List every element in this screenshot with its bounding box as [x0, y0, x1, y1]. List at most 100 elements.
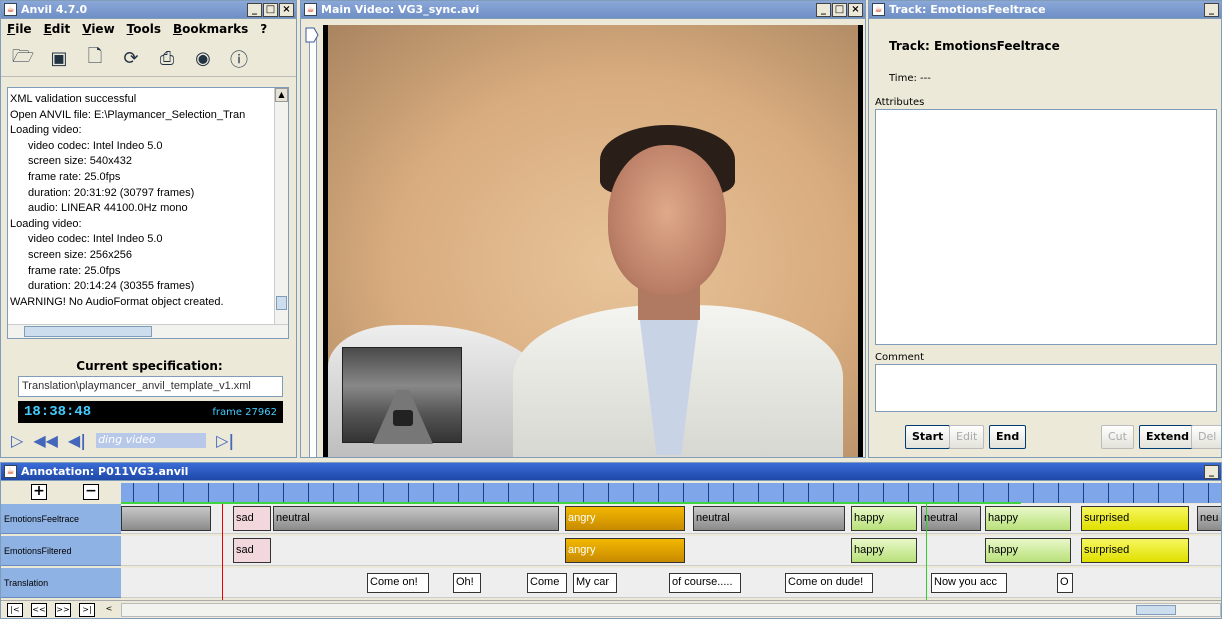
- annotation-element[interactable]: Oh!: [453, 573, 481, 593]
- save-icon[interactable]: ▣: [47, 47, 71, 71]
- ruler-tick: [433, 483, 434, 503]
- rewind-icon[interactable]: ◀◀: [33, 431, 58, 450]
- annotation-element[interactable]: neutral: [921, 506, 981, 531]
- maximize-button[interactable]: □: [263, 2, 278, 17]
- play-icon[interactable]: ▷: [11, 431, 23, 450]
- ruler-tick: [783, 483, 784, 503]
- log-vertical-scrollbar[interactable]: ▲: [274, 88, 288, 324]
- menu-help[interactable]: ?: [260, 22, 267, 38]
- transport-controls: ▷ ◀◀ ◀| ding video ▷|: [11, 429, 291, 451]
- annotation-element[interactable]: happy: [985, 538, 1071, 563]
- track-row[interactable]: Translation Come on! Oh! Come My car of cours…: [1, 568, 1221, 598]
- minimize-button[interactable]: _: [1204, 2, 1219, 17]
- maximize-button[interactable]: □: [832, 2, 847, 17]
- log-line: video codec: Intel Indeo 5.0: [28, 139, 163, 152]
- binoculars-icon[interactable]: ◉: [191, 47, 215, 71]
- annotation-element[interactable]: happy: [851, 538, 917, 563]
- end-button[interactable]: End: [989, 425, 1027, 449]
- annotation-element[interactable]: happy: [851, 506, 917, 531]
- minimize-button[interactable]: _: [1204, 464, 1219, 479]
- attributes-panel[interactable]: [875, 109, 1217, 345]
- edit-button[interactable]: Edit: [949, 425, 985, 449]
- track-row[interactable]: EmotionsFeeltrace sad neutral angry neutral h…: [1, 504, 1221, 534]
- annotation-element[interactable]: Come on dude!: [785, 573, 873, 593]
- delete-button[interactable]: Del: [1191, 425, 1221, 449]
- log-panel[interactable]: XML validation successful Open ANVIL file…: [7, 87, 289, 339]
- annotation-element[interactable]: surprised: [1081, 538, 1189, 563]
- track-name[interactable]: EmotionsFeeltrace: [1, 504, 121, 534]
- timeline-scrollbar[interactable]: [121, 603, 1221, 617]
- zoom-in-button[interactable]: +: [31, 484, 47, 500]
- annotation-element[interactable]: My car: [573, 573, 617, 593]
- last-icon[interactable]: >|: [79, 603, 95, 617]
- info-icon[interactable]: ⓘ: [227, 47, 251, 71]
- track-name[interactable]: EmotionsFiltered: [1, 536, 121, 566]
- scroll-thumb[interactable]: [276, 296, 287, 310]
- track-titlebar[interactable]: ☕ Track: EmotionsFeeltrace _: [869, 1, 1221, 19]
- anvil-main-window: ☕ Anvil 4.7.0 _ □ × File Edit View Tools…: [0, 0, 297, 458]
- slider-knob-icon[interactable]: [305, 27, 319, 43]
- step-forward-icon[interactable]: ▷|: [216, 431, 234, 450]
- annotation-element[interactable]: sad: [233, 538, 271, 563]
- annotation-element[interactable]: [121, 506, 211, 531]
- track-name[interactable]: Translation: [1, 568, 121, 598]
- anvil-titlebar[interactable]: ☕ Anvil 4.7.0 _ □ ×: [1, 1, 296, 19]
- close-button[interactable]: ×: [848, 2, 863, 17]
- ruler-tick: [283, 483, 284, 503]
- track-row[interactable]: EmotionsFiltered sad angry happy happy surpri…: [1, 536, 1221, 566]
- close-button[interactable]: ×: [279, 2, 294, 17]
- video-position-slider[interactable]: [309, 37, 317, 457]
- menu-tools[interactable]: Tools: [127, 22, 161, 38]
- annotation-element[interactable]: Come: [527, 573, 567, 593]
- cut-button[interactable]: Cut: [1101, 425, 1134, 449]
- annotation-element[interactable]: sad: [233, 506, 271, 531]
- menu-edit[interactable]: Edit: [44, 22, 71, 38]
- selection-marker[interactable]: [926, 504, 927, 600]
- scroll-left-icon[interactable]: <: [101, 603, 117, 617]
- fast-back-icon[interactable]: <<: [31, 603, 47, 617]
- annotation-element[interactable]: neutral: [693, 506, 845, 531]
- print-icon[interactable]: ⎙: [155, 47, 179, 71]
- scroll-thumb[interactable]: [24, 326, 152, 337]
- comment-field[interactable]: [875, 364, 1217, 412]
- playback-cursor[interactable]: [222, 504, 223, 600]
- menu-bookmarks[interactable]: Bookmarks: [173, 22, 248, 38]
- zoom-out-button[interactable]: −: [83, 484, 99, 500]
- ruler-tick: [933, 483, 934, 503]
- step-back-icon[interactable]: ◀|: [68, 431, 86, 450]
- first-icon[interactable]: |<: [7, 603, 23, 617]
- new-document-icon[interactable]: 🗋: [83, 46, 107, 71]
- annotation-element[interactable]: Come on!: [367, 573, 429, 593]
- annotation-element[interactable]: happy: [985, 506, 1071, 531]
- annotation-element[interactable]: neutral: [273, 506, 559, 531]
- annotation-element[interactable]: angry: [565, 506, 685, 531]
- annotation-element[interactable]: surprised: [1081, 506, 1189, 531]
- menu-file[interactable]: File: [7, 22, 32, 38]
- annotation-element[interactable]: angry: [565, 538, 685, 563]
- ruler-tick: [958, 483, 959, 503]
- video-titlebar[interactable]: ☕ Main Video: VG3_sync.avi _ □ ×: [301, 1, 865, 19]
- minimize-button[interactable]: _: [816, 2, 831, 17]
- log-line: screen size: 256x256: [28, 248, 132, 261]
- annotation-element[interactable]: Now you acc: [931, 573, 1007, 593]
- start-button[interactable]: Start: [905, 425, 951, 449]
- annotation-element[interactable]: neu: [1197, 506, 1221, 531]
- log-horizontal-scrollbar[interactable]: [8, 324, 288, 338]
- annotation-element[interactable]: of course.....: [669, 573, 741, 593]
- java-icon: ☕: [4, 3, 17, 16]
- ruler-tick: [633, 483, 634, 503]
- timeline-ruler[interactable]: [121, 483, 1221, 503]
- video-frame[interactable]: [323, 25, 863, 457]
- annotation-element[interactable]: O: [1057, 573, 1073, 593]
- log-line: duration: 20:31:92 (30797 frames): [28, 186, 195, 199]
- scroll-up-icon[interactable]: ▲: [275, 88, 288, 102]
- refresh-icon[interactable]: ⟳: [119, 47, 143, 71]
- scroll-thumb[interactable]: [1136, 605, 1176, 615]
- open-folder-icon[interactable]: 🗁: [11, 46, 35, 71]
- annotation-titlebar[interactable]: ☕ Annotation: P011VG3.anvil _: [1, 463, 1221, 481]
- extend-button[interactable]: Extend: [1139, 425, 1197, 449]
- fast-forward-icon[interactable]: >>: [55, 603, 71, 617]
- menu-view[interactable]: View: [82, 22, 114, 38]
- minimize-button[interactable]: _: [247, 2, 262, 17]
- annotation-window-title: Annotation: P011VG3.anvil: [21, 465, 189, 478]
